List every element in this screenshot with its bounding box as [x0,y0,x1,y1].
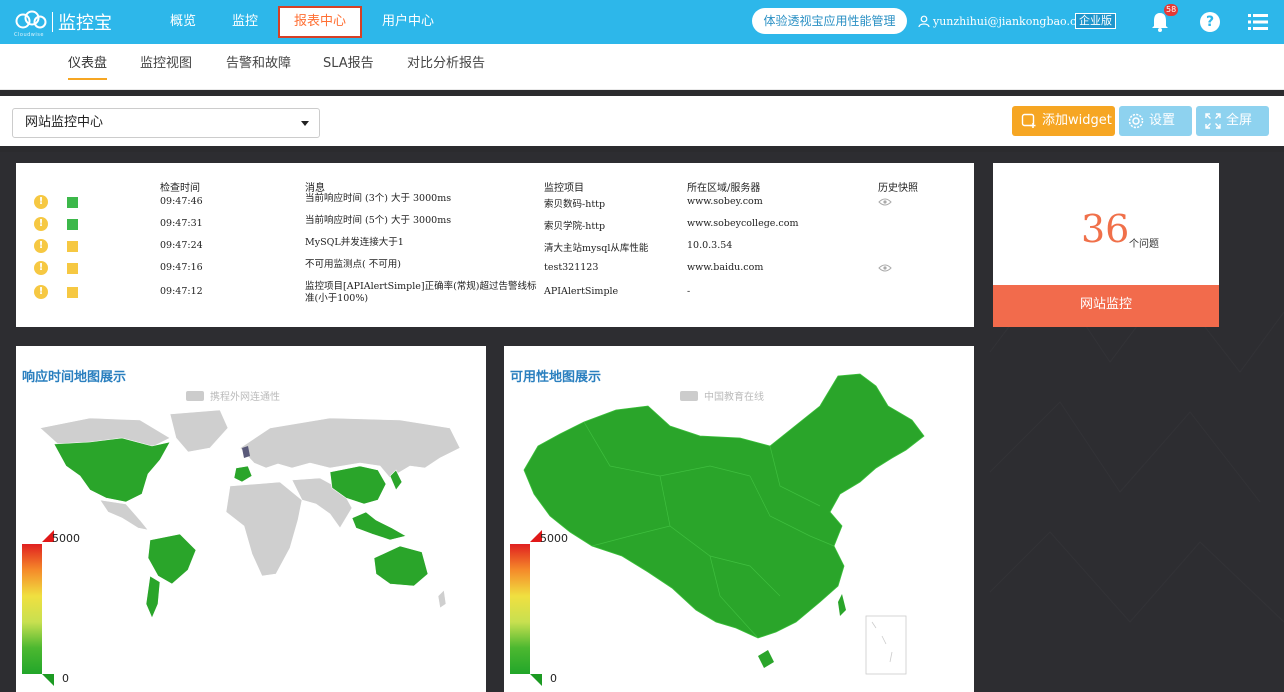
add-widget-icon [1021,113,1036,128]
status-square [67,219,78,230]
status-square [67,287,78,298]
add-widget-label: 添加widget [1042,113,1112,128]
tab-sla-report[interactable]: SLA报告 [323,52,374,71]
alert-time: 09:47:24 [160,240,203,251]
tab-monitor-view[interactable]: 监控视图 [140,52,192,71]
alert-message: 不可用监测点( 不可用) [305,259,401,270]
alert-item[interactable]: test321123 [544,262,598,273]
notification-badge: 58 [1164,4,1179,16]
alert-item[interactable]: 索贝数码-http [544,196,605,210]
user-account[interactable]: yunzhihui@jiankongbao.com [918,0,1093,44]
alert-location: www.sobey.com [687,196,763,207]
nav-overview[interactable]: 概览 [170,0,196,44]
top-bar: Cloudwise 监控宝 概览 监控 报表中心 用户中心 体验透视宝应用性能管… [0,0,1284,44]
alert-list-panel: 检查时间 消息 监控项目 所在区域/服务器 历史快照 ! 09:47:46 当前… [16,163,974,327]
fullscreen-label: 全屏 [1226,113,1253,128]
logo-subtitle: Cloudwise [14,32,44,38]
logo-text: 监控宝 [58,13,112,34]
tab-dashboard[interactable]: 仪表盘 [68,52,108,80]
dashboard-select-value: 网站监控中心 [25,115,104,130]
availability-map-panel: 可用性地图展示 中国教育在线 5000 0 [504,346,974,692]
alert-time: 09:47:46 [160,196,203,207]
map-title: 响应时间地图展示 [22,370,127,385]
color-scale-bar[interactable] [22,544,42,674]
alert-message-cont: 准(小于100%) [305,293,369,304]
alert-location: www.sobeycollege.com [687,218,799,229]
scale-min-label: 0 [62,672,69,685]
logo[interactable]: Cloudwise 监控宝 [14,6,114,38]
add-widget-button[interactable]: 添加widget [1012,106,1115,136]
alert-row[interactable]: ! 09:47:12 监控项目[APIAlertSimple]正确率(常规)超过… [16,281,974,304]
scale-max-label: 5000 [52,532,80,545]
issues-summary-card[interactable]: 36 个问题 网站监控 [993,163,1219,327]
logo-divider [52,12,53,32]
alert-row[interactable]: ! 09:47:46 当前响应时间 (3个) 大于 3000ms 索贝数码-ht… [16,191,974,213]
alert-time: 09:47:12 [160,286,203,297]
gear-icon [1128,113,1144,129]
alert-item[interactable]: APIAlertSimple [544,286,618,297]
issues-count: 36 [1081,207,1130,251]
alert-location: - [687,286,691,297]
alert-time: 09:47:31 [160,218,203,229]
status-square [67,241,78,252]
caret-down-icon [301,121,309,126]
scale-min-label: 0 [550,672,557,685]
status-square [67,263,78,274]
edition-badge: 企业版 [1075,13,1116,29]
apm-trial-button[interactable]: 体验透视宝应用性能管理 [752,8,907,34]
nav-user-center[interactable]: 用户中心 [382,0,434,44]
alert-item[interactable]: 清大主站mysql从库性能 [544,240,648,254]
help-icon[interactable]: ? [1200,12,1220,32]
status-square [67,197,78,208]
tab-comparison-report[interactable]: 对比分析报告 [407,52,485,71]
warning-icon: ! [34,285,48,299]
scale-min-marker [530,674,542,686]
fullscreen-icon [1205,113,1221,129]
alert-item[interactable]: 索贝学院-http [544,218,605,232]
china-map[interactable] [520,366,932,676]
response-time-map-panel: 响应时间地图展示 携程外网连通性 5000 0 [16,346,486,692]
warning-icon: ! [34,261,48,275]
alert-location: 10.0.3.54 [687,240,733,251]
alert-time: 09:47:16 [160,262,203,273]
legend-label: 携程外网连通性 [210,392,280,403]
eye-icon[interactable] [878,198,892,206]
map-legend[interactable]: 携程外网连通性 [186,388,280,403]
settings-button[interactable]: 设置 [1119,106,1192,136]
menu-icon[interactable] [1248,12,1268,32]
alert-message: 当前响应时间 (5个) 大于 3000ms [305,215,452,226]
legend-swatch [186,391,204,401]
issues-unit: 个问题 [1129,239,1159,250]
nav-monitor[interactable]: 监控 [232,0,258,44]
alert-row[interactable]: ! 09:47:24 MySQL并发连接大于1 清大主站mysql从库性能 10… [16,235,974,257]
scale-min-marker [42,674,54,686]
alert-row[interactable]: ! 09:47:31 当前响应时间 (5个) 大于 3000ms 索贝学院-ht… [16,213,974,235]
dashboard-toolbar: 网站监控中心 添加widget 设置 全屏 [0,96,1284,146]
settings-label: 设置 [1149,113,1176,128]
dashboard-select[interactable]: 网站监控中心 [12,108,320,138]
world-map[interactable] [30,408,470,618]
color-scale-bar[interactable] [510,544,530,674]
alert-message: 当前响应时间 (3个) 大于 3000ms [305,193,452,204]
warning-icon: ! [34,217,48,231]
scale-max-label: 5000 [540,532,568,545]
eye-icon[interactable] [878,264,892,272]
username: yunzhihui@jiankongbao.com [933,15,1094,28]
sub-nav: 仪表盘 监控视图 告警和故障 SLA报告 对比分析报告 [0,44,1284,90]
issues-category-button[interactable]: 网站监控 [993,285,1219,327]
alert-row[interactable]: ! 09:47:16 不可用监测点( 不可用) test321123 www.b… [16,257,974,279]
cloud-logo-icon [15,10,47,29]
warning-icon: ! [34,239,48,253]
warning-icon: ! [34,195,48,209]
user-icon [918,15,930,27]
tab-alerts-faults[interactable]: 告警和故障 [226,52,291,71]
fullscreen-button[interactable]: 全屏 [1196,106,1269,136]
alert-message: MySQL并发连接大于1 [305,237,404,248]
alert-location: www.baidu.com [687,262,764,273]
nav-reports[interactable]: 报表中心 [278,6,363,38]
